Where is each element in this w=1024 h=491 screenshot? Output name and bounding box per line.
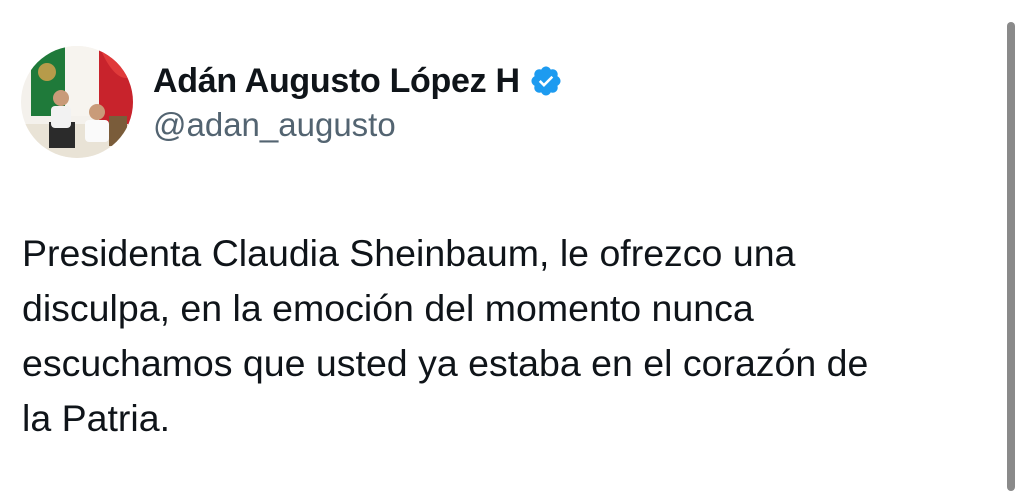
tweet-text: Presidenta Claudia Sheinbaum, le ofrezco… <box>22 226 997 446</box>
author-handle[interactable]: @adan_augusto <box>153 106 396 144</box>
tweet-text-line: Presidenta Claudia Sheinbaum, le ofrezco… <box>22 232 796 274</box>
author-name-row: Adán Augusto López H <box>153 58 563 104</box>
author-display-name[interactable]: Adán Augusto López H <box>153 62 520 101</box>
verified-badge-icon <box>529 64 563 98</box>
tweet-text-line: la Patria. <box>22 397 170 439</box>
profile-photo <box>21 46 133 158</box>
tweet-text-line: disculpa, en la emoción del momento nunc… <box>22 287 754 329</box>
tweet-card: Adán Augusto López H @adan_augusto Presi… <box>0 0 1024 491</box>
avatar[interactable] <box>21 46 133 158</box>
tweet-text-line: escuchamos que usted ya estaba en el cor… <box>22 342 869 384</box>
scrollbar[interactable] <box>1007 22 1015 491</box>
